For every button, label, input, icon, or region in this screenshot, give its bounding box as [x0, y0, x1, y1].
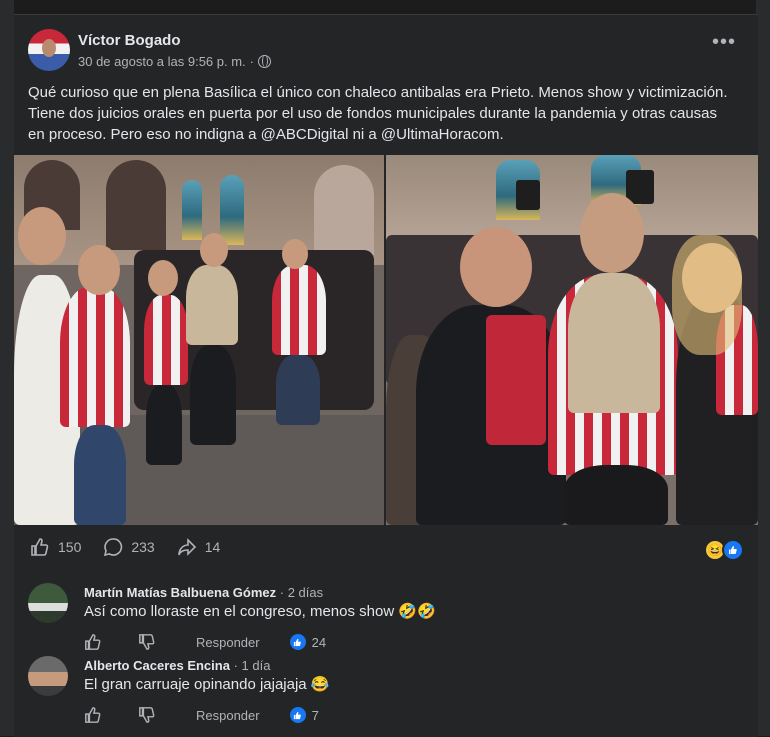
post-card: Víctor Bogado 30 de agosto a las 9:56 p.… [14, 14, 758, 737]
photo-left[interactable] [14, 155, 384, 525]
reply-button[interactable]: Responder [196, 708, 260, 723]
comment-text: El gran carruaje opinando jajajaja 😂 [84, 676, 330, 693]
like-reaction-icon [289, 707, 306, 723]
post-actions: 150 233 14 [30, 537, 220, 557]
comment-reactions[interactable]: 7 [289, 707, 319, 723]
thumbs-down-icon[interactable] [138, 633, 156, 651]
commenter-name-text[interactable]: Martín Matías Balbuena Gómez [84, 585, 276, 600]
share-count: 14 [204, 539, 221, 555]
commenter-avatar[interactable] [28, 656, 68, 696]
commenter-name[interactable]: Alberto Caceres Encina · 1 día [84, 658, 270, 673]
page-margin-left [0, 0, 14, 736]
commenter-avatar[interactable] [28, 583, 68, 623]
page-margin-right [756, 0, 770, 736]
comment-time[interactable]: · 2 días [276, 585, 323, 600]
thumbs-up-icon[interactable] [84, 633, 102, 651]
comment-like-count: 24 [311, 634, 327, 650]
thumbs-up-icon[interactable] [84, 706, 102, 724]
like-reaction-icon [722, 539, 744, 561]
photo-right[interactable] [386, 155, 758, 525]
comment-reactions[interactable]: 24 [289, 634, 327, 650]
comment-like-count: 7 [311, 707, 319, 723]
post-timestamp[interactable]: 30 de agosto a las 9:56 p. m. [78, 54, 246, 69]
commenter-name-text[interactable]: Alberto Caceres Encina [84, 658, 230, 673]
thumbs-down-icon[interactable] [138, 706, 156, 724]
post-text: Qué curioso que en plena Basílica el úni… [28, 84, 728, 143]
comment-count: 233 [131, 539, 155, 555]
author-name[interactable]: Víctor Bogado [78, 32, 181, 49]
like-button[interactable]: 150 [30, 537, 81, 557]
comment-time[interactable]: · 1 día [230, 658, 271, 673]
thumbs-up-icon [31, 538, 49, 556]
comment-button[interactable]: 233 [103, 537, 155, 557]
commenter-name[interactable]: Martín Matías Balbuena Gómez · 2 días [84, 585, 323, 600]
like-count: 150 [58, 539, 82, 555]
comment-icon [104, 538, 123, 557]
post-photos [14, 155, 758, 525]
more-options-button[interactable]: ••• [712, 32, 736, 52]
share-icon [177, 538, 196, 556]
comment-text: Así como lloraste en el congreso, menos … [84, 603, 436, 620]
post-meta: 30 de agosto a las 9:56 p. m. · [78, 54, 272, 69]
comment-actions: Responder 24 [84, 633, 326, 651]
share-button[interactable]: 14 [177, 537, 221, 557]
reaction-summary[interactable]: 😆 [704, 539, 744, 561]
like-reaction-icon [289, 634, 306, 650]
author-avatar[interactable] [28, 29, 70, 71]
reply-button[interactable]: Responder [196, 635, 260, 650]
meta-separator: · [249, 54, 255, 69]
globe-icon [258, 55, 272, 68]
comment-actions: Responder 7 [84, 706, 319, 724]
